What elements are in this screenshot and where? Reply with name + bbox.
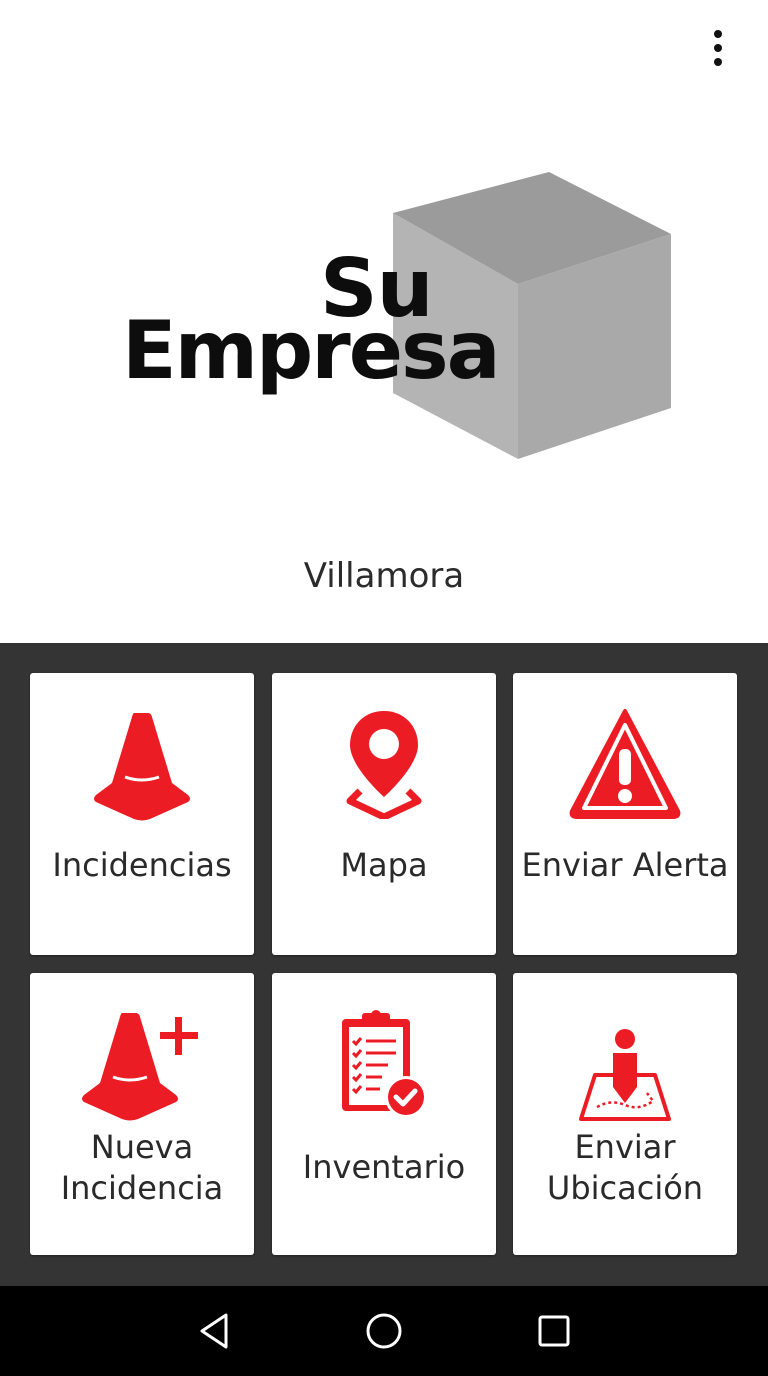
nueva-incidencia-label-2: Incidencia [60, 1169, 224, 1207]
system-navigation-bar [0, 1286, 768, 1376]
incidencias-tile[interactable]: Incidencias [30, 673, 254, 955]
enviar-ubicacion-label-2: Ubicación [546, 1169, 704, 1207]
recents-square-icon [538, 1315, 570, 1347]
nueva-incidencia-label-1: Nueva [90, 1128, 194, 1166]
inventario-tile[interactable]: Inventario [272, 973, 496, 1255]
incidencias-label: Incidencias [52, 846, 232, 884]
back-triangle-icon [200, 1313, 228, 1349]
map-pin-icon [272, 709, 496, 819]
clipboard-check-icon [272, 1007, 496, 1123]
more-options-button[interactable] [698, 24, 738, 72]
home-screen: Su Empresa Villamora Incidencias Mapa En… [0, 0, 768, 1376]
enviar-ubicacion-label-1: Enviar [574, 1128, 676, 1166]
enviar-ubicacion-tile[interactable]: Enviar Ubicación [513, 973, 737, 1255]
nueva-incidencia-tile[interactable]: Nueva Incidencia [30, 973, 254, 1255]
traffic-cone-icon [30, 709, 254, 821]
company-logo: Su Empresa [120, 165, 680, 465]
traffic-cone-plus-icon [30, 1009, 254, 1121]
more-vert-icon-dot [714, 44, 722, 52]
inventario-label: Inventario [302, 1148, 466, 1186]
person-location-icon [513, 1029, 737, 1121]
back-button[interactable] [189, 1306, 239, 1356]
action-grid: Incidencias Mapa Enviar Alerta Nueva Inc… [0, 643, 768, 1286]
more-vert-icon [714, 30, 722, 38]
mapa-tile[interactable]: Mapa [272, 673, 496, 955]
more-vert-icon-dot [714, 58, 722, 66]
recents-button[interactable] [529, 1306, 579, 1356]
warning-triangle-icon [513, 707, 737, 821]
location-name: Villamora [303, 556, 465, 596]
mapa-label: Mapa [340, 846, 428, 884]
enviar-alerta-label: Enviar Alerta [521, 846, 729, 884]
home-circle-icon [366, 1313, 402, 1349]
enviar-alerta-tile[interactable]: Enviar Alerta [513, 673, 737, 955]
home-button[interactable] [359, 1306, 409, 1356]
logo-text-empresa: Empresa [122, 304, 501, 397]
